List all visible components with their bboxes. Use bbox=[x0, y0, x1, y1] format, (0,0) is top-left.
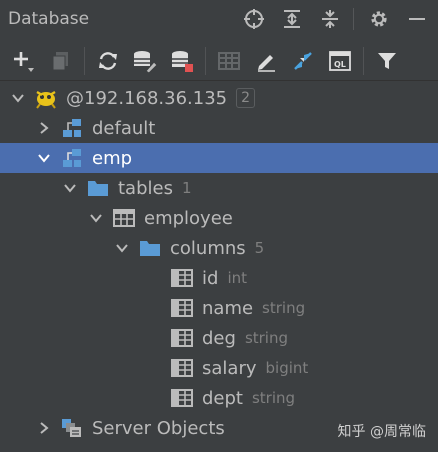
columns-label: columns bbox=[170, 237, 246, 259]
toolbar-separator bbox=[205, 47, 206, 75]
query-console-icon[interactable]: QL bbox=[326, 47, 354, 75]
chevron-right-icon[interactable] bbox=[36, 420, 52, 436]
connection-label: @192.168.36.135 bbox=[66, 87, 228, 109]
chevron-down-icon[interactable] bbox=[114, 240, 130, 256]
schema-icon bbox=[60, 147, 84, 169]
folder-icon bbox=[138, 237, 162, 259]
chevron-down-icon[interactable] bbox=[36, 150, 52, 166]
folder-icon bbox=[86, 177, 110, 199]
filter-icon[interactable] bbox=[373, 47, 401, 75]
column-type: string bbox=[244, 329, 288, 347]
schema-icon bbox=[60, 117, 84, 139]
tree-node-columns[interactable]: columns 5 bbox=[0, 233, 438, 263]
tree-node-default[interactable]: default bbox=[0, 113, 438, 143]
data-source-properties-icon[interactable] bbox=[131, 47, 159, 75]
tree-node-tables[interactable]: tables 1 bbox=[0, 173, 438, 203]
minimize-icon[interactable] bbox=[404, 6, 430, 32]
watermark: 知乎 @周常临 bbox=[337, 424, 426, 440]
column-type: int bbox=[227, 269, 247, 287]
chevron-right-icon[interactable] bbox=[36, 120, 52, 136]
column-icon bbox=[170, 327, 194, 349]
columns-count: 5 bbox=[254, 239, 265, 257]
schema-label: default bbox=[92, 117, 156, 139]
chevron-down-icon[interactable] bbox=[10, 90, 26, 106]
svg-text:QL: QL bbox=[334, 60, 346, 69]
column-icon bbox=[170, 357, 194, 379]
tree-node-column[interactable]: name string bbox=[0, 293, 438, 323]
column-icon bbox=[170, 297, 194, 319]
tree-node-column[interactable]: dept string bbox=[0, 383, 438, 413]
server-objects-label: Server Objects bbox=[92, 417, 225, 439]
column-name: salary bbox=[202, 357, 257, 379]
database-toolbar: QL bbox=[0, 44, 438, 78]
tree-node-emp[interactable]: emp bbox=[0, 143, 438, 173]
panel-header: Database bbox=[0, 0, 438, 38]
duplicate-icon bbox=[47, 47, 75, 75]
edit-pencil-icon[interactable] bbox=[252, 47, 280, 75]
hive-connection-icon bbox=[34, 87, 58, 109]
column-name: deg bbox=[202, 327, 236, 349]
column-type: bigint bbox=[265, 359, 309, 377]
tree-node-column[interactable]: salary bigint bbox=[0, 353, 438, 383]
tree-node-employee[interactable]: employee bbox=[0, 203, 438, 233]
column-type: string bbox=[262, 299, 306, 317]
connection-count-badge: 2 bbox=[236, 88, 256, 108]
jump-to-console-icon[interactable] bbox=[289, 47, 317, 75]
chevron-down-icon[interactable] bbox=[88, 210, 104, 226]
gear-icon[interactable] bbox=[366, 6, 392, 32]
chevron-down-icon[interactable] bbox=[62, 180, 78, 196]
column-type: string bbox=[251, 389, 296, 407]
table-label: employee bbox=[144, 207, 233, 229]
toolbar-divider bbox=[0, 80, 438, 81]
panel-header-actions bbox=[229, 6, 430, 32]
toolbar-separator bbox=[84, 47, 85, 75]
column-name: id bbox=[202, 267, 219, 289]
toolbar-separator bbox=[363, 47, 364, 75]
collapse-all-icon[interactable] bbox=[317, 6, 343, 32]
panel-title: Database bbox=[8, 9, 90, 29]
tables-label: tables bbox=[118, 177, 173, 199]
header-separator bbox=[353, 8, 354, 30]
table-editor-icon bbox=[215, 47, 243, 75]
tree-node-connection[interactable]: @192.168.36.135 2 bbox=[0, 83, 438, 113]
disconnect-icon[interactable] bbox=[168, 47, 196, 75]
schema-label: emp bbox=[92, 147, 133, 169]
column-icon bbox=[170, 387, 194, 409]
tree-node-column[interactable]: id int bbox=[0, 263, 438, 293]
tree-node-column[interactable]: deg string bbox=[0, 323, 438, 353]
server-objects-icon bbox=[60, 417, 84, 439]
expand-all-icon[interactable] bbox=[279, 6, 305, 32]
table-icon bbox=[112, 207, 136, 229]
tables-count: 1 bbox=[181, 179, 192, 197]
column-name: name bbox=[202, 297, 254, 319]
locate-icon[interactable] bbox=[241, 6, 267, 32]
column-name: dept bbox=[202, 387, 243, 409]
column-icon bbox=[170, 267, 194, 289]
add-icon[interactable] bbox=[10, 47, 38, 75]
refresh-icon[interactable] bbox=[94, 47, 122, 75]
